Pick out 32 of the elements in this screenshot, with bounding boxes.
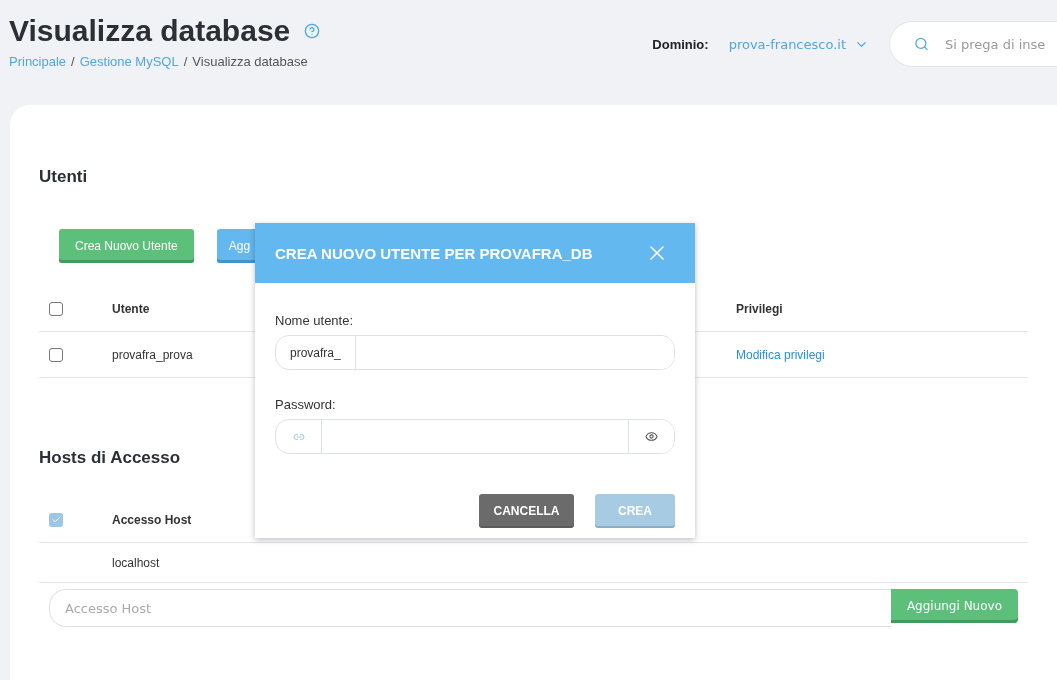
domain-label: Dominio: — [652, 36, 709, 52]
column-header: Utente — [112, 301, 150, 316]
section-title: Hosts di Accesso — [39, 448, 182, 468]
section-title: Utenti — [39, 167, 89, 187]
password-field[interactable] — [275, 419, 675, 454]
search-icon — [914, 35, 929, 53]
breadcrumb-link[interactable]: Gestione MySQL — [79, 54, 179, 69]
checkbox[interactable] — [49, 301, 63, 316]
help-icon[interactable] — [304, 23, 321, 39]
table-cell: provafra_prova — [112, 347, 193, 362]
breadcrumb-current: Visualizza database — [192, 54, 308, 69]
action-button[interactable]: Crea Nuovo Utente — [59, 229, 194, 263]
dialog-title: CREA NUOVO UTENTE PER PROVAFRA_DB — [275, 244, 593, 262]
column-header: Privilegi — [736, 301, 783, 316]
page-title: Visualizza database — [9, 14, 291, 48]
host-input[interactable]: Accesso Host — [49, 589, 891, 627]
username-field[interactable]: provafra_ — [275, 335, 675, 370]
field-label: Nome utente: — [275, 313, 355, 328]
field-label: Password: — [275, 397, 337, 412]
domain-dropdown[interactable]: prova-francesco.it — [728, 36, 869, 52]
add-button[interactable]: Aggiungi Nuovo — [890, 589, 1018, 623]
cancel-button[interactable]: CANCELLA — [479, 494, 574, 528]
eye-icon[interactable] — [645, 430, 658, 443]
breadcrumb-link[interactable]: Principale — [9, 54, 67, 69]
checkbox[interactable] — [49, 512, 63, 527]
column-header: Accesso Host — [112, 512, 192, 527]
breadcrumb-separator: / — [71, 54, 75, 69]
checkbox[interactable] — [49, 347, 63, 362]
table-cell: localhost — [112, 555, 160, 570]
breadcrumb-separator: / — [183, 54, 188, 69]
search-field[interactable]: Si prega di inse — [889, 21, 1057, 67]
privileges-link[interactable]: Modifica privilegi — [736, 347, 825, 362]
